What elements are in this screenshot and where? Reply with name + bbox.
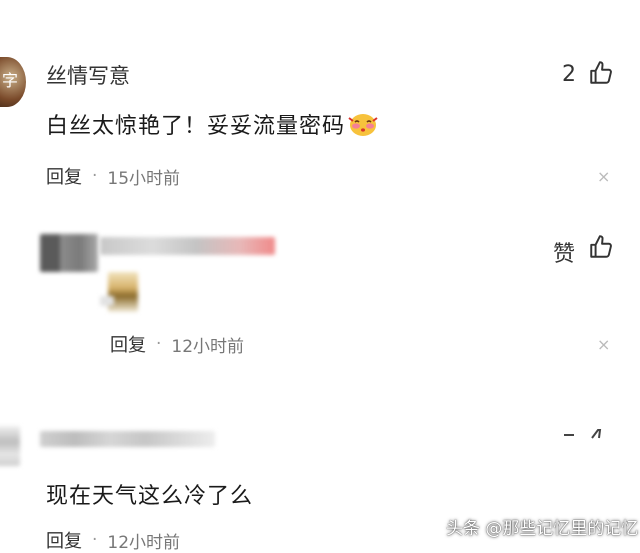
reply-button[interactable]: 回复	[46, 163, 82, 189]
reply-button[interactable]: 回复	[110, 331, 146, 357]
separator-dot: ·	[156, 334, 162, 354]
timestamp: 12小时前	[171, 336, 245, 357]
thumbs-up-icon[interactable]	[562, 428, 606, 440]
blush-face-emoji	[348, 114, 378, 136]
separator-dot: ·	[92, 530, 98, 550]
comment-text: 现在天气这么冷了么	[46, 484, 254, 509]
blurred-avatar[interactable]	[40, 234, 98, 272]
separator-dot: ·	[92, 166, 98, 186]
avatar-text: 字	[2, 71, 19, 90]
close-icon[interactable]: ×	[597, 335, 610, 354]
reply-button[interactable]: 回复	[46, 527, 82, 553]
like-count: 2	[562, 62, 576, 87]
blurred-fragment	[100, 296, 114, 306]
watermark: 头条 @那些记忆里的记忆	[446, 519, 639, 539]
blurred-username	[40, 431, 215, 447]
timestamp: 15小时前	[107, 168, 181, 189]
blurred-image	[108, 272, 138, 312]
comment-meta: 回复 · 12小时前	[46, 527, 180, 553]
thumbs-up-icon[interactable]	[588, 234, 614, 260]
like-label: 赞	[553, 242, 576, 267]
timestamp: 12小时前	[107, 532, 181, 553]
thumbs-up-icon[interactable]	[588, 60, 614, 86]
comment-meta: 回复 · 15小时前	[46, 163, 180, 189]
comment-text: 白丝太惊艳了！妥妥流量密码	[46, 108, 379, 140]
blurred-username	[100, 237, 275, 255]
close-icon[interactable]: ×	[597, 167, 610, 186]
user-avatar[interactable]: 字	[0, 57, 26, 107]
username[interactable]: 丝情写意	[46, 60, 130, 90]
blurred-avatar[interactable]	[0, 426, 20, 466]
comment-meta: 回复 · 12小时前	[110, 331, 244, 357]
